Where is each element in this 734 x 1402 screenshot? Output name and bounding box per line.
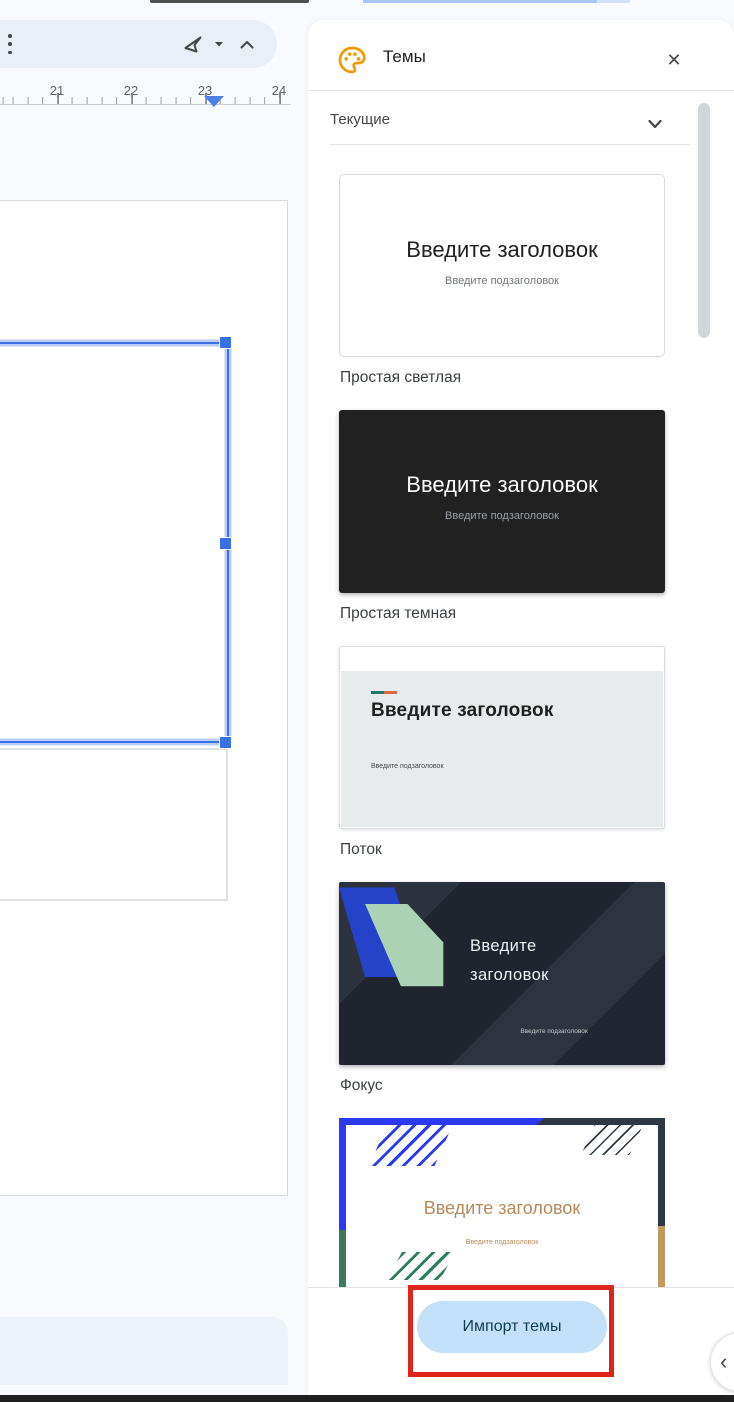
theme-slide-title: Введите заголовок xyxy=(423,1198,581,1218)
theme-card-simple-dark[interactable]: Введите заголовок Введите подзаголовок xyxy=(339,410,665,593)
theme-card-flow[interactable]: Введите заголовок Введите подзаголовок xyxy=(339,646,665,829)
palette-icon xyxy=(338,46,366,74)
toolbar xyxy=(0,20,277,68)
theme-label: Поток xyxy=(340,841,382,858)
frame-top-blue xyxy=(339,1118,544,1125)
bottom-edge-bar xyxy=(0,1395,734,1402)
theme-slide-body xyxy=(341,671,663,827)
theme-label: Фокус xyxy=(340,1077,383,1094)
ruler-indent-marker[interactable] xyxy=(204,96,224,107)
current-themes-label: Текущие xyxy=(330,111,390,128)
theme-slide-subtitle: Введите подзаголовок xyxy=(445,275,559,287)
selection-handle-middle-right[interactable] xyxy=(220,538,231,549)
theme-label: Простая темная xyxy=(340,605,457,622)
google-slides-screen: 21 22 23 24 Темы ✕ Текущие Введите загол… xyxy=(0,0,734,1402)
import-theme-button[interactable]: Импорт темы xyxy=(417,1301,607,1353)
top-edge-blue-fragment xyxy=(363,0,597,3)
theme-slide-title: Введите заголовок xyxy=(470,937,549,984)
subtitle-placeholder[interactable] xyxy=(0,748,228,901)
close-icon[interactable]: ✕ xyxy=(660,46,688,74)
theme-card-framed[interactable]: Введите заголовок Введите подзаголовок xyxy=(339,1118,665,1287)
collapse-toolbar-icon[interactable] xyxy=(237,35,257,55)
accent-dashes xyxy=(371,691,397,694)
panel-title: Темы xyxy=(383,47,426,66)
section-divider xyxy=(330,144,690,145)
select-tool-caret-icon[interactable] xyxy=(211,36,227,52)
hatch-lines-green xyxy=(387,1252,455,1280)
theme-slide-title: Введите заголовок xyxy=(406,472,598,497)
theme-slide-title: Введите заголовок xyxy=(406,237,598,262)
top-edge-dark-fragment xyxy=(150,0,309,3)
theme-card-simple-light[interactable]: Введите заголовок Введите подзаголовок xyxy=(339,174,665,357)
ruler-major-tick xyxy=(131,93,133,104)
selected-placeholder[interactable] xyxy=(0,342,229,743)
selection-handle-bottom-right[interactable] xyxy=(220,737,231,748)
theme-slide-subtitle: Введите подзаголовок xyxy=(371,763,444,770)
select-tool-icon[interactable] xyxy=(181,32,205,56)
top-edge-lightblue-fragment xyxy=(597,0,630,3)
chevron-down-icon[interactable] xyxy=(644,113,666,135)
panel-scrollbar-thumb[interactable] xyxy=(698,103,710,338)
theme-slide-subtitle: Введите подзаголовок xyxy=(465,1239,539,1246)
selection-handle-top-right[interactable] xyxy=(220,337,231,348)
themes-panel: Темы ✕ Текущие Введите заголовок Введите… xyxy=(308,20,734,1402)
theme-slide-subtitle: Введите подзаголовок xyxy=(445,510,559,522)
hatch-lines-dark xyxy=(581,1125,643,1155)
speaker-notes-area[interactable] xyxy=(0,1317,288,1385)
theme-card-focus[interactable]: Введите заголовок Введите подзаголовок xyxy=(339,882,665,1065)
header-divider xyxy=(308,90,734,91)
hatch-lines-blue xyxy=(369,1124,453,1166)
theme-slide-subtitle: Введите подзаголовок xyxy=(520,1028,588,1035)
more-options-icon[interactable] xyxy=(8,34,12,54)
ruler-major-tick xyxy=(57,93,59,104)
frame-right-tan xyxy=(658,1226,665,1287)
theme-label: Простая светлая xyxy=(340,369,462,386)
ruler: 21 22 23 24 xyxy=(0,80,291,107)
ruler-major-tick xyxy=(279,93,281,104)
theme-slide-title: Введите заголовок xyxy=(371,700,554,721)
